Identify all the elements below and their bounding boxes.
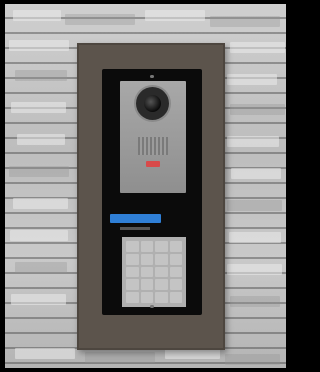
key[interactable] bbox=[169, 279, 182, 291]
intercom-panel bbox=[102, 69, 202, 315]
key[interactable] bbox=[155, 266, 168, 278]
camera-housing bbox=[136, 87, 169, 120]
key[interactable] bbox=[155, 292, 168, 303]
call-button[interactable] bbox=[146, 161, 160, 167]
key[interactable] bbox=[169, 292, 182, 303]
key[interactable] bbox=[126, 292, 139, 303]
key[interactable] bbox=[155, 279, 168, 291]
key[interactable] bbox=[126, 253, 139, 265]
key[interactable] bbox=[169, 266, 182, 278]
top-indicator-led bbox=[150, 75, 154, 78]
key[interactable] bbox=[169, 253, 182, 265]
bottom-indicator-led bbox=[150, 305, 154, 308]
name-display-caption bbox=[120, 227, 150, 230]
photo-scene bbox=[0, 0, 290, 372]
camera-lens-icon bbox=[144, 95, 161, 112]
key[interactable] bbox=[140, 292, 153, 303]
name-display bbox=[110, 214, 161, 223]
key[interactable] bbox=[126, 279, 139, 291]
key[interactable] bbox=[126, 266, 139, 278]
camera-module bbox=[120, 81, 186, 193]
key[interactable] bbox=[140, 241, 153, 252]
intercom-frame bbox=[77, 43, 225, 350]
speaker-grille bbox=[138, 137, 168, 155]
keypad[interactable] bbox=[122, 237, 186, 307]
key[interactable] bbox=[126, 241, 139, 252]
key[interactable] bbox=[140, 279, 153, 291]
key[interactable] bbox=[169, 241, 182, 252]
key[interactable] bbox=[140, 253, 153, 265]
key[interactable] bbox=[155, 241, 168, 252]
stone-wall bbox=[5, 4, 286, 368]
key[interactable] bbox=[140, 266, 153, 278]
key[interactable] bbox=[155, 253, 168, 265]
